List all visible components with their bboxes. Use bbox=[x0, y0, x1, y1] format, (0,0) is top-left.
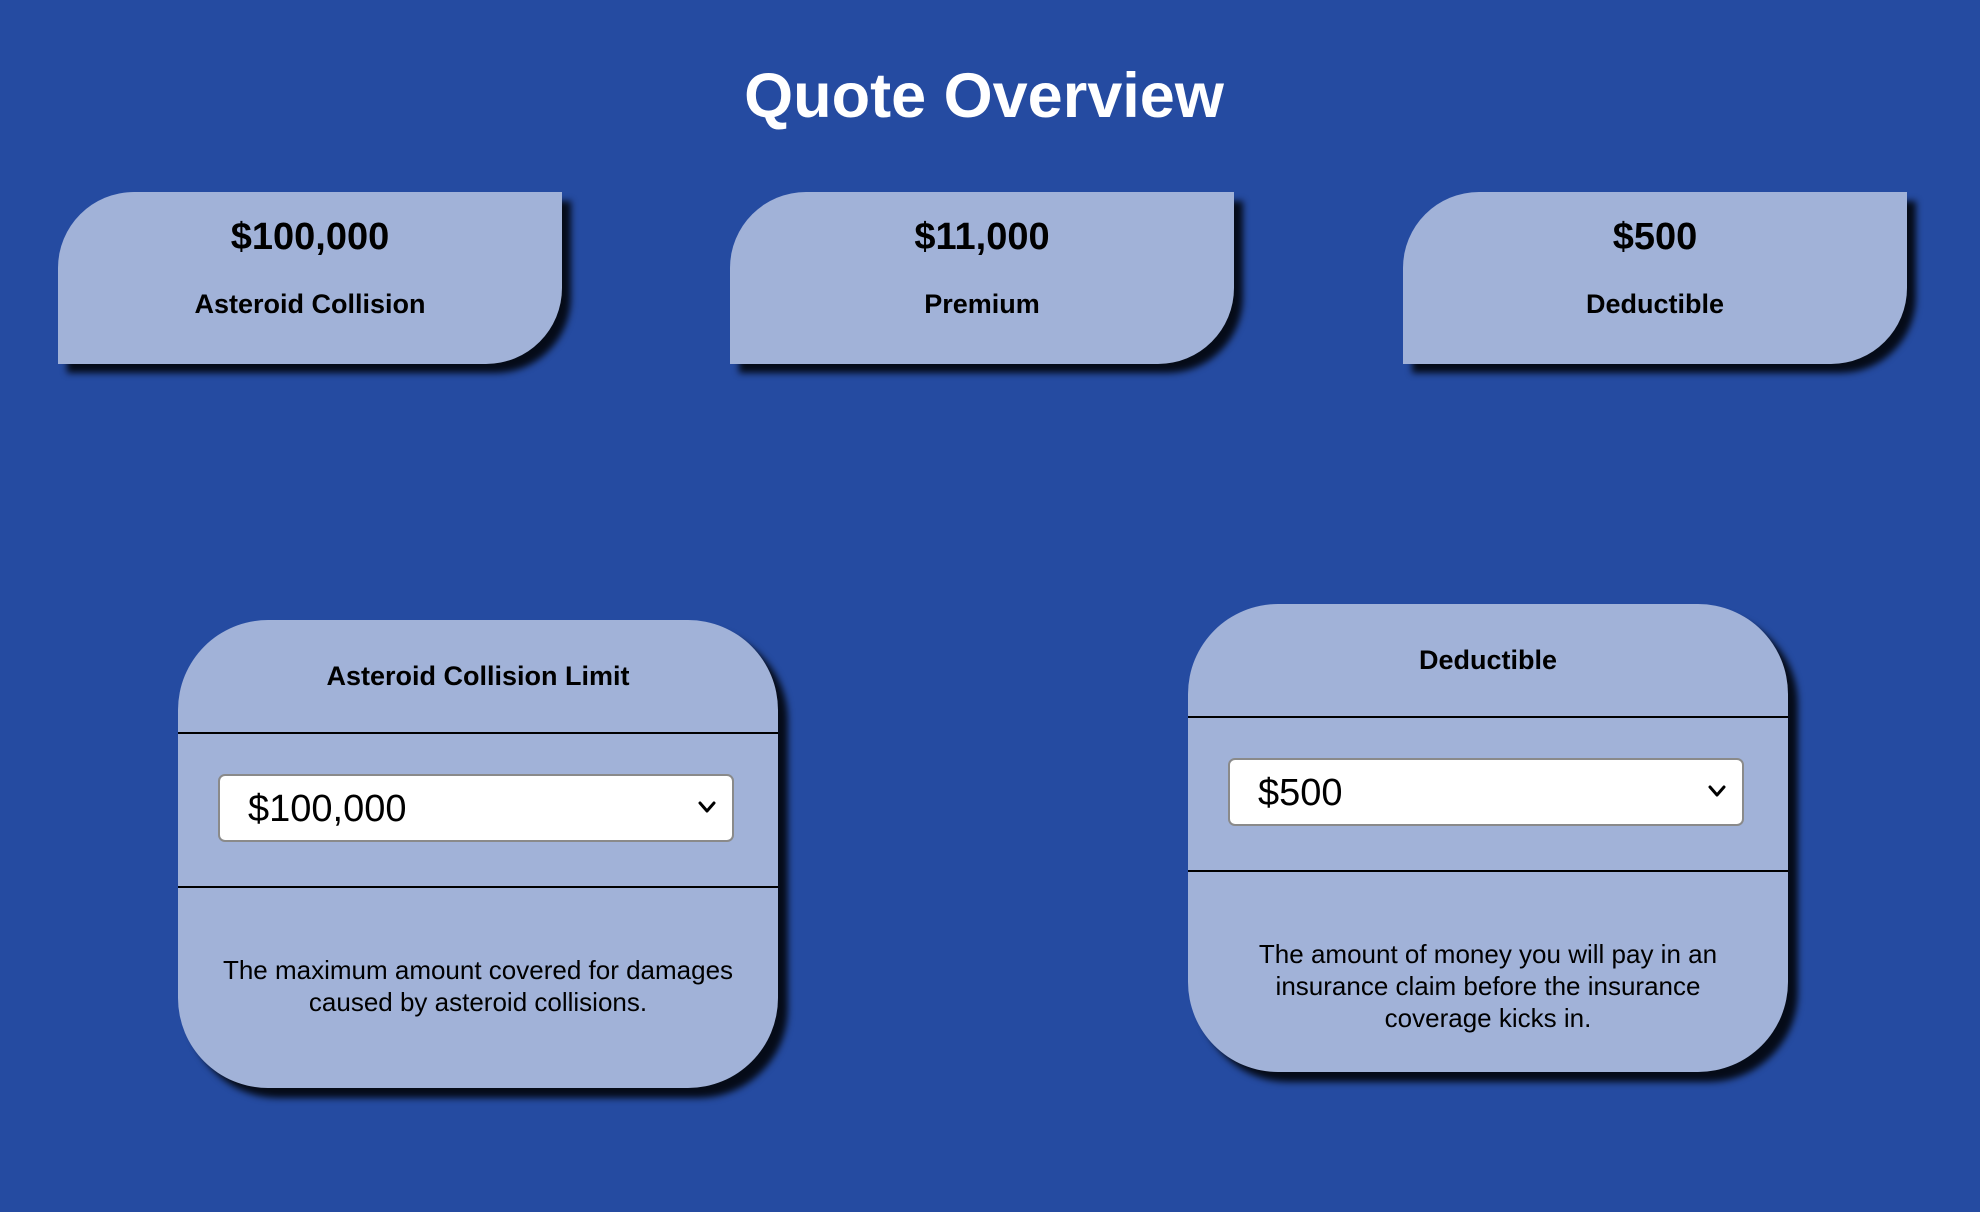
summary-card-premium: $11,000 Premium bbox=[730, 192, 1234, 364]
summary-card-deductible: $500 Deductible bbox=[1403, 192, 1907, 364]
chevron-down-icon bbox=[698, 801, 716, 813]
divider bbox=[178, 732, 778, 734]
card-description: The amount of money you will pay in an i… bbox=[1258, 939, 1718, 1033]
card-title: Asteroid Collision Limit bbox=[326, 661, 630, 691]
card-description: The maximum amount covered for damages c… bbox=[222, 955, 734, 1017]
collision-limit-select[interactable]: $100,000 bbox=[218, 774, 734, 842]
collision-limit-card: Asteroid Collision Limit $100,000 The ma… bbox=[178, 620, 778, 1088]
divider bbox=[1188, 716, 1788, 718]
page-title: Quote Overview bbox=[744, 61, 1224, 131]
select-value: $500 bbox=[1258, 772, 1343, 814]
card-title: Deductible bbox=[1418, 645, 1558, 675]
summary-label: Premium bbox=[924, 289, 1040, 319]
summary-amount: $11,000 bbox=[914, 216, 1050, 258]
chevron-down-icon bbox=[1708, 785, 1726, 797]
divider bbox=[1188, 870, 1788, 872]
summary-amount: $500 bbox=[1612, 216, 1698, 258]
select-value: $100,000 bbox=[248, 788, 407, 830]
divider bbox=[178, 886, 778, 888]
deductible-select[interactable]: $500 bbox=[1228, 758, 1744, 826]
summary-card-asteroid-collision: $100,000 Asteroid Collision bbox=[58, 192, 562, 364]
deductible-card: Deductible $500 The amount of money you … bbox=[1188, 604, 1788, 1072]
summary-label: Asteroid Collision bbox=[194, 289, 426, 319]
summary-amount: $100,000 bbox=[230, 216, 390, 258]
summary-label: Deductible bbox=[1585, 289, 1725, 319]
